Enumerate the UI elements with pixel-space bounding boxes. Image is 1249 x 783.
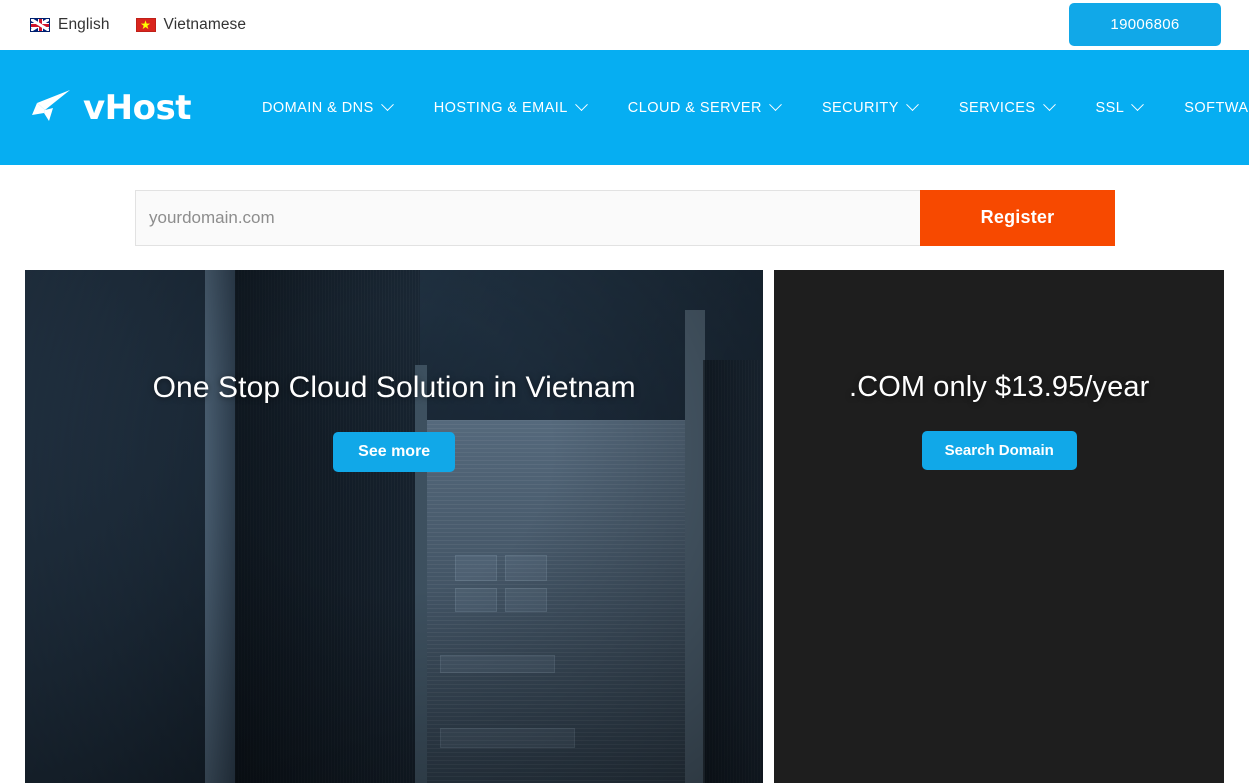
nav-item-cloud-server[interactable]: CLOUD & SERVER [607,98,801,116]
chevron-down-icon [380,98,394,112]
language-label-english: English [58,16,110,34]
nav-item-security[interactable]: SECURITY [801,98,938,116]
main-navigation-bar: vHost DOMAIN & DNS HOSTING & EMAIL CLOUD… [0,50,1249,165]
nav-label: DOMAIN & DNS [261,99,374,116]
domain-search-input[interactable] [135,189,920,246]
chevron-down-icon [905,98,919,112]
language-label-vietnamese: Vietnamese [163,16,247,34]
nav-label: CLOUD & SERVER [627,99,762,116]
register-domain-button[interactable]: Register [920,189,1115,246]
language-switcher: English ★ Vietnamese [30,17,246,33]
search-domain-button[interactable]: Search Domain [921,430,1077,470]
nav-item-hosting-email[interactable]: HOSTING & EMAIL [413,98,607,116]
domain-search-strip: Register [0,165,1249,270]
nav-item-services[interactable]: SERVICES [938,98,1075,116]
nav-label: SSL [1095,99,1125,116]
language-option-vietnamese[interactable]: ★ Vietnamese [135,16,247,34]
nav-item-domain-dns[interactable]: DOMAIN & DNS [241,98,413,116]
nav-item-list: DOMAIN & DNS HOSTING & EMAIL CLOUD & SER… [241,98,1249,116]
nav-label: SERVICES [958,99,1036,116]
nav-label: HOSTING & EMAIL [433,99,568,116]
chevron-down-icon [1131,98,1145,112]
uk-flag-icon [30,18,50,32]
site-logo[interactable]: vHost [24,88,191,128]
chevron-down-icon [769,98,782,112]
hotline-phone-button[interactable]: 19006806 [1069,3,1221,46]
see-more-button[interactable]: See more [333,432,456,472]
site-logo-text: vHost [83,87,191,128]
nav-item-software[interactable]: SOFTWARE [1163,100,1249,116]
chevron-down-icon [1042,98,1056,112]
vietnam-flag-icon: ★ [135,18,156,32]
hero-left-overlay: One Stop Cloud Solution in Vietnam See m… [25,370,763,472]
chevron-down-icon [574,98,588,112]
nav-item-ssl[interactable]: SSL [1075,98,1164,116]
datacenter-photo [25,270,764,783]
hero-right-overlay: .COM only $13.95/year Search Domain [774,370,1224,470]
vhost-arrow-logo-icon [32,89,70,121]
nav-label: SOFTWARE [1184,99,1249,116]
hero-card-cloud-solution[interactable]: One Stop Cloud Solution in Vietnam See m… [25,270,764,783]
hero-card-com-promo[interactable]: .COM only $13.95/year Search Domain [774,270,1224,783]
domain-search-form: Register [135,189,1115,246]
nav-label: SECURITY [821,99,899,116]
hero-card-row: One Stop Cloud Solution in Vietnam See m… [0,270,1249,783]
top-utility-bar: English ★ Vietnamese 19006806 [0,0,1249,50]
hero-left-title: One Stop Cloud Solution in Vietnam [152,371,636,404]
language-option-english[interactable]: English [30,17,110,33]
hero-right-title: .COM only $13.95/year [849,371,1150,403]
